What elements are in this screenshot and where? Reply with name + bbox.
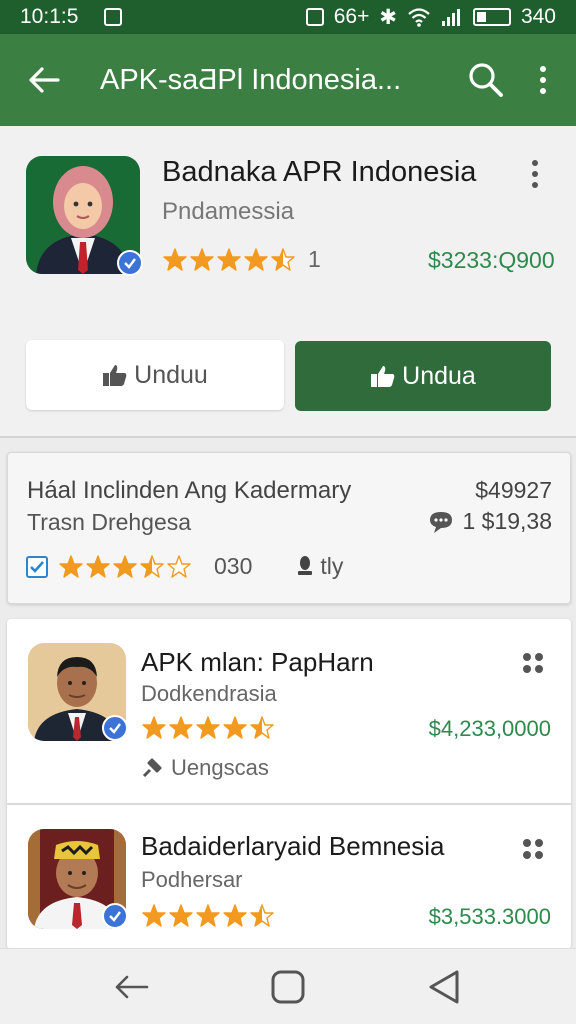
nav-home-button[interactable]: [268, 967, 308, 1007]
item-tag-label: Uengscas: [171, 755, 269, 780]
arrow-left-icon: [29, 67, 60, 93]
nav-recents-button[interactable]: [424, 967, 464, 1007]
star-icon: [223, 716, 247, 739]
dot-icon: [540, 77, 546, 83]
star-icon: [190, 247, 214, 271]
featured-user: tly: [296, 553, 343, 580]
star-icon: [142, 904, 166, 927]
featured-price: $49927: [475, 477, 552, 503]
pin-icon: [298, 555, 313, 575]
item-price: $4,233,0000: [428, 716, 551, 741]
featured-count: 030: [214, 553, 253, 579]
item-menu-icon[interactable]: [523, 653, 543, 673]
app-bar-title: APK-saƋPl Indonesia...: [100, 63, 402, 96]
star-icon: [59, 554, 83, 578]
item-subtitle: Dodkendrasia: [141, 681, 277, 706]
triangle-back-icon: [429, 970, 459, 1004]
battery-text: 340: [520, 5, 556, 28]
dot-icon: [540, 88, 546, 94]
app-overflow-menu[interactable]: [532, 160, 538, 188]
star-icon: [86, 554, 110, 578]
arrow-left-icon: [115, 975, 149, 999]
featured-meta: 030 tly: [26, 553, 343, 580]
star-icon: [250, 904, 274, 927]
featured-comments: 1 $19,38: [428, 508, 552, 535]
verified-badge-icon: [117, 250, 143, 276]
download-secondary-label: Unduu: [134, 360, 208, 389]
star-icon: [163, 247, 187, 271]
star-icon: [140, 554, 164, 578]
wifi-icon: [408, 8, 430, 27]
star-icon: [244, 247, 268, 271]
dot-icon: [532, 160, 538, 166]
check-icon: [30, 560, 44, 573]
nav-back-button[interactable]: [112, 967, 152, 1007]
verified-badge-icon: [102, 903, 128, 929]
featured-rating-stars: [58, 554, 192, 580]
square-home-icon: [271, 970, 305, 1004]
comment-value: 1 $19,38: [462, 508, 552, 534]
star-icon: [223, 904, 247, 927]
rating-stars: [162, 247, 296, 273]
star-icon: [196, 716, 220, 739]
star-icon: [217, 247, 241, 271]
dot-icon: [532, 171, 538, 177]
download-secondary-button[interactable]: Unduu: [26, 340, 284, 410]
star-icon: [196, 904, 220, 927]
star-icon: [142, 716, 166, 739]
app-list: APK mlan: PapHarn Dodkendrasia $4,233,00…: [7, 619, 571, 949]
tag-icon: [142, 758, 162, 778]
dot-icon: [540, 66, 546, 72]
item-menu-icon[interactable]: [523, 839, 543, 859]
dot-icon: [532, 182, 538, 188]
star-icon: [113, 554, 137, 578]
settings-icon: ✱: [379, 5, 397, 29]
star-icon: [169, 716, 193, 739]
featured-card[interactable]: Háal Inclinden Ang Kadermary Trasn Drehg…: [7, 452, 571, 604]
item-subtitle: Podhersar: [141, 867, 243, 892]
featured-title: Háal Inclinden Ang Kadermary: [27, 477, 352, 504]
star-icon: [169, 904, 193, 927]
overflow-menu-button[interactable]: [528, 60, 558, 100]
back-button[interactable]: [24, 60, 64, 100]
status-time: 10:1:5: [20, 5, 79, 28]
app-bar: APK-saƋPl Indonesia...: [0, 34, 576, 126]
app-price: $3233:Q900: [428, 247, 555, 273]
featured-user-label: tly: [320, 553, 344, 579]
verified-badge-icon: [102, 715, 128, 741]
star-icon: [271, 247, 295, 271]
system-nav-bar: [0, 948, 576, 1024]
download-primary-label: Undua: [402, 361, 476, 390]
comment-icon: [430, 511, 453, 533]
item-rating-stars: [141, 903, 275, 929]
signal-icon: [441, 9, 460, 26]
featured-checkbox[interactable]: [26, 555, 48, 578]
status-notif-count: 66+: [333, 5, 370, 28]
star-icon: [167, 554, 191, 578]
thumbs-up-icon: [371, 366, 395, 387]
download-primary-button[interactable]: Undua: [295, 341, 551, 411]
item-tag: Uengscas: [141, 755, 269, 781]
item-title: Badaiderlaryaid Bemnesia: [141, 831, 445, 861]
app-subtitle: Pndamessia: [162, 198, 295, 225]
thumbs-up-icon: [103, 365, 127, 386]
notification-icon: [104, 8, 123, 26]
item-rating-stars: [141, 715, 275, 741]
rating-count: 1: [308, 246, 321, 272]
app-title: Badnaka APR Indonesia: [162, 156, 477, 188]
image-notification-icon: [305, 8, 324, 26]
star-icon: [250, 716, 274, 739]
list-item[interactable]: APK mlan: PapHarn Dodkendrasia $4,233,00…: [7, 619, 571, 803]
search-button[interactable]: [466, 60, 506, 100]
item-title: APK mlan: PapHarn: [141, 647, 374, 677]
item-price: $3,533.3000: [428, 904, 551, 929]
status-bar: 10:1:5 66+ ✱ 340: [0, 0, 576, 34]
search-icon: [469, 63, 503, 97]
battery-icon: [472, 8, 511, 26]
app-rating: 1: [162, 246, 321, 273]
featured-subtitle: Trasn Drehgesa: [27, 509, 192, 535]
list-item[interactable]: Badaiderlaryaid Bemnesia Podhersar $3,53…: [7, 805, 571, 949]
